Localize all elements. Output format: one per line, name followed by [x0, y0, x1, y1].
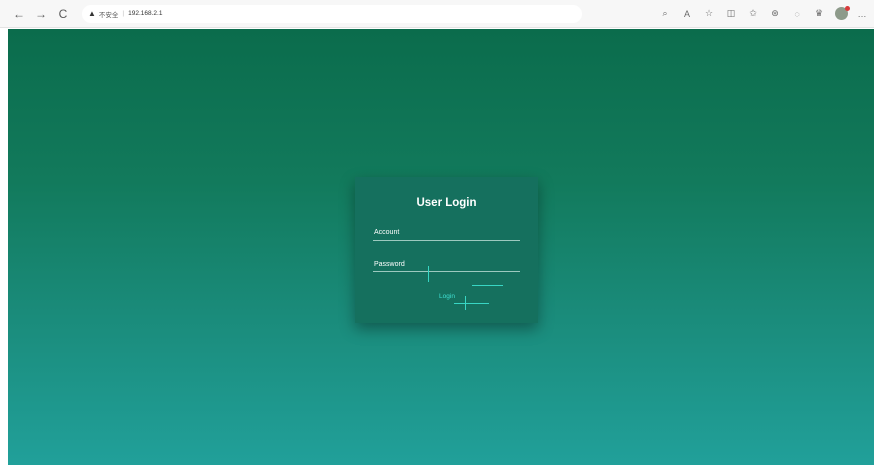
- login-title: User Login: [416, 197, 477, 209]
- warning-icon[interactable]: ▲: [88, 9, 96, 18]
- browser-tools: ⌕ A ☆ ◫ ✩ ⊛ ◌ ♛ …: [651, 6, 870, 22]
- login-card: User Login Account Password Login: [355, 177, 538, 323]
- password-underline: [373, 271, 520, 272]
- glow-line-top: [472, 285, 503, 286]
- split-screen-icon[interactable]: ◫: [723, 6, 739, 22]
- login-button[interactable]: Login: [432, 291, 462, 303]
- account-underline: [373, 240, 520, 241]
- favorite-star-icon[interactable]: ☆: [701, 6, 717, 22]
- url-text: 192.168.2.1: [128, 10, 163, 17]
- back-icon[interactable]: ←: [10, 5, 28, 23]
- favorites-icon[interactable]: ✩: [745, 6, 761, 22]
- search-page-icon[interactable]: ⌕: [657, 6, 673, 22]
- pointer-cursor-icon: [465, 296, 466, 310]
- glow-line-bottom: [454, 303, 489, 304]
- profile-avatar[interactable]: [835, 6, 850, 20]
- performance-icon[interactable]: ◌: [789, 6, 805, 22]
- insecure-label: 不安全: [98, 11, 119, 19]
- address-separator: |: [122, 10, 125, 17]
- browser-toolbar: ← → C ▲ 不安全 | 192.168.2.1 ⌕ A ☆ ◫ ✩ ⊛ ◌ …: [0, 0, 874, 28]
- refresh-icon[interactable]: C: [54, 5, 72, 23]
- read-aloud-icon[interactable]: A: [679, 6, 695, 22]
- more-icon[interactable]: …: [854, 6, 870, 22]
- account-input[interactable]: [373, 227, 520, 239]
- address-bar[interactable]: ▲ 不安全 | 192.168.2.1: [82, 4, 582, 23]
- password-input[interactable]: [373, 259, 520, 271]
- text-cursor-icon: [428, 266, 429, 282]
- extensions-icon[interactable]: ♛: [811, 6, 827, 22]
- collections-icon[interactable]: ⊛: [767, 6, 783, 22]
- notification-dot: [845, 6, 850, 11]
- forward-icon[interactable]: →: [32, 5, 50, 23]
